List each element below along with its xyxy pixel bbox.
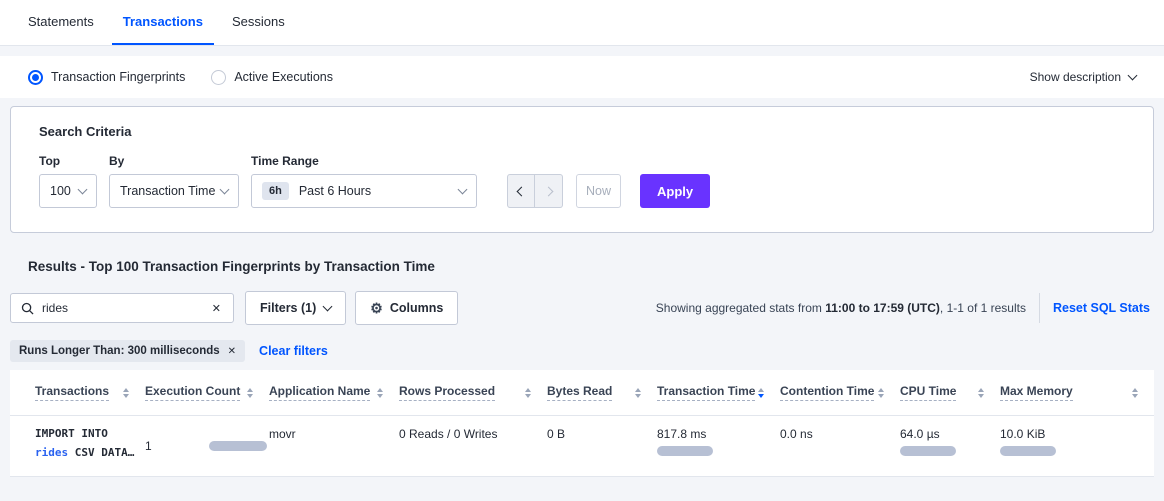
search-box: ✕ — [10, 293, 234, 323]
by-select-value: Transaction Time — [120, 184, 215, 198]
sort-icon[interactable] — [978, 388, 984, 398]
time-range-badge: 6h — [262, 182, 289, 200]
top-field: Top 100 — [39, 154, 97, 208]
chevron-left-icon — [516, 186, 526, 196]
cell-max-memory: 10.0 KiB — [1000, 416, 1154, 476]
time-range-value: Past 6 Hours — [299, 184, 371, 198]
top-select-value: 100 — [50, 184, 71, 198]
table-header-row: Transactions Execution Count Application… — [10, 370, 1154, 416]
column-header-execution-count[interactable]: Execution Count — [145, 370, 269, 415]
sql-activity-tabbar: Statements Transactions Sessions — [0, 0, 1164, 46]
apply-button[interactable]: Apply — [640, 174, 710, 208]
sort-icon[interactable] — [123, 388, 129, 398]
gear-icon: ⚙ — [370, 300, 383, 317]
columns-button-label: Columns — [390, 301, 443, 315]
reset-sql-stats-link[interactable]: Reset SQL Stats — [1053, 301, 1150, 315]
filters-button-label: Filters (1) — [260, 301, 316, 315]
chevron-down-icon — [458, 185, 468, 195]
time-range-label: Time Range — [251, 154, 477, 168]
time-range-field: Time Range 6h Past 6 Hours — [251, 154, 477, 208]
table-name-link[interactable]: rides — [35, 446, 68, 459]
sort-icon[interactable] — [1132, 388, 1138, 398]
aggregated-stats-text: Showing aggregated stats from 11:00 to 1… — [656, 301, 1026, 315]
filter-chip-row: Runs Longer Than: 300 milliseconds ✕ Cle… — [10, 340, 1154, 362]
cell-rows-processed: 0 Reads / 0 Writes — [399, 416, 547, 476]
clear-search-icon[interactable]: ✕ — [210, 300, 223, 317]
clear-filters-link[interactable]: Clear filters — [259, 344, 328, 358]
results-heading: Results - Top 100 Transaction Fingerprin… — [28, 259, 1136, 274]
chevron-down-icon — [323, 302, 333, 312]
search-icon — [21, 302, 34, 315]
search-input[interactable] — [42, 301, 210, 315]
column-header-rows-processed[interactable]: Rows Processed — [399, 370, 547, 415]
by-field: By Transaction Time — [109, 154, 239, 208]
chevron-down-icon — [220, 185, 230, 195]
chevron-down-icon — [78, 185, 88, 195]
time-range-arrows — [507, 174, 563, 208]
radio-transaction-fingerprints[interactable]: Transaction Fingerprints — [28, 70, 185, 85]
sort-icon[interactable] — [377, 388, 383, 398]
remove-filter-icon[interactable]: ✕ — [228, 346, 236, 357]
now-button[interactable]: Now — [576, 174, 621, 208]
column-header-max-memory[interactable]: Max Memory — [1000, 370, 1154, 415]
search-criteria-form: Top 100 By Transaction Time Time Range 6… — [39, 154, 1125, 208]
cell-transaction-time: 817.8 ms — [657, 416, 780, 476]
cell-cpu-time: 64.0 µs — [900, 416, 1000, 476]
column-header-contention-time[interactable]: Contention Time — [780, 370, 900, 415]
sort-icon[interactable] — [247, 388, 253, 398]
results-table: Transactions Execution Count Application… — [10, 370, 1154, 477]
tab-transactions[interactable]: Transactions — [112, 0, 214, 45]
max-memory-bar — [1000, 446, 1056, 456]
sort-icon[interactable] — [878, 388, 884, 398]
chevron-right-icon — [544, 186, 554, 196]
filter-chip: Runs Longer Than: 300 milliseconds ✕ — [10, 340, 245, 362]
filters-button[interactable]: Filters (1) — [245, 291, 346, 325]
cell-execution-count: 1 — [145, 416, 269, 476]
top-label: Top — [39, 154, 97, 168]
chevron-down-icon — [1128, 71, 1138, 81]
column-header-transaction-time[interactable]: Transaction Time — [657, 370, 780, 415]
sort-icon[interactable] — [525, 388, 531, 398]
results-controls-row: ✕ Filters (1) ⚙ Columns Showing aggregat… — [10, 291, 1154, 325]
search-criteria-title: Search Criteria — [39, 124, 1125, 139]
transaction-time-bar — [657, 446, 713, 456]
filter-chip-label: Runs Longer Than: 300 milliseconds — [19, 345, 220, 357]
show-description-label: Show description — [1030, 70, 1121, 84]
by-label: By — [109, 154, 239, 168]
radio-label: Transaction Fingerprints — [51, 70, 185, 84]
columns-button[interactable]: ⚙ Columns — [355, 291, 458, 325]
column-header-cpu-time[interactable]: CPU Time — [900, 370, 1000, 415]
cell-bytes-read: 0 B — [547, 416, 657, 476]
radio-selected-icon — [28, 70, 43, 85]
radio-active-executions[interactable]: Active Executions — [211, 70, 333, 85]
view-toggle-band: Transaction Fingerprints Active Executio… — [0, 56, 1164, 98]
time-range-next-button[interactable] — [535, 174, 563, 208]
by-select[interactable]: Transaction Time — [109, 174, 239, 208]
show-description-toggle[interactable]: Show description — [1030, 70, 1136, 84]
cell-application-name: movr — [269, 416, 399, 476]
time-range-select[interactable]: 6h Past 6 Hours — [251, 174, 477, 208]
execution-count-bar — [209, 441, 267, 451]
sort-icon[interactable] — [635, 388, 641, 398]
radio-label: Active Executions — [234, 70, 333, 84]
tab-statements[interactable]: Statements — [17, 0, 105, 45]
transaction-fingerprint-link[interactable]: IMPORT INTO rides CSV DATA… — [35, 416, 145, 476]
search-criteria-card: Search Criteria Top 100 By Transaction T… — [10, 106, 1154, 233]
sort-icon-active-desc[interactable] — [758, 388, 764, 398]
top-select[interactable]: 100 — [39, 174, 97, 208]
table-row: IMPORT INTO rides CSV DATA… 1 movr 0 Rea… — [10, 416, 1154, 477]
time-range-prev-button[interactable] — [507, 174, 535, 208]
stats-area: Showing aggregated stats from 11:00 to 1… — [656, 293, 1154, 323]
vertical-divider — [1039, 293, 1040, 323]
tab-sessions[interactable]: Sessions — [221, 0, 296, 45]
column-header-application-name[interactable]: Application Name — [269, 370, 399, 415]
cpu-time-bar — [900, 446, 956, 456]
radio-unselected-icon — [211, 70, 226, 85]
cell-contention-time: 0.0 ns — [780, 416, 900, 476]
column-header-bytes-read[interactable]: Bytes Read — [547, 370, 657, 415]
column-header-transactions[interactable]: Transactions — [35, 370, 145, 415]
